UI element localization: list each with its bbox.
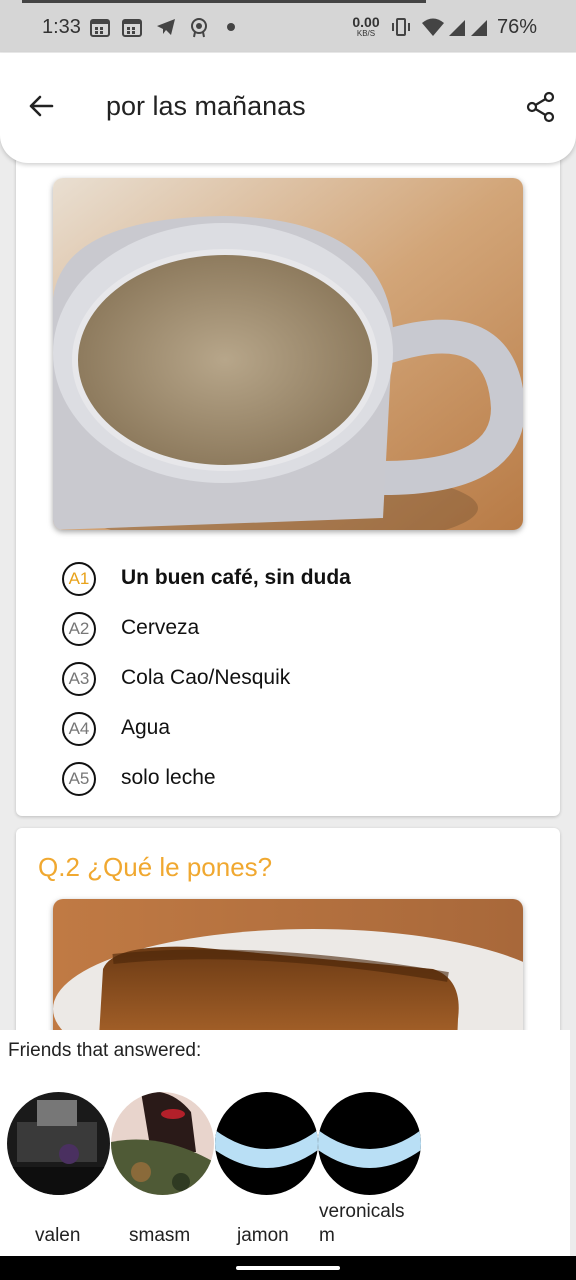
friends-title: Friends that answered:	[8, 1040, 202, 1061]
question-card-1: A1 Un buen café, sin duda A2 Cerveza A3 …	[16, 150, 560, 816]
avatar	[215, 1092, 318, 1195]
answer-badge: A5	[62, 762, 96, 796]
answer-option[interactable]: A4 Agua	[62, 708, 542, 758]
network-speed-value: 0.00	[352, 14, 380, 30]
page-title: por las mañanas	[106, 91, 306, 121]
calendar-icon	[90, 19, 110, 37]
badge-icon	[191, 18, 207, 38]
answer-badge: A1	[62, 562, 96, 596]
friend-name: valen	[35, 1225, 81, 1246]
signal-icon	[449, 20, 465, 36]
answer-option[interactable]: A1 Un buen café, sin duda	[62, 558, 542, 608]
friend-item[interactable]: valen	[7, 1092, 110, 1246]
question-title: Q.2 ¿Qué le pones?	[38, 852, 273, 882]
answer-label: solo leche	[121, 766, 216, 789]
home-indicator[interactable]	[236, 1266, 340, 1270]
friend-item[interactable]: smasm	[111, 1092, 214, 1246]
telegram-icon	[157, 19, 175, 35]
avatar	[318, 1092, 421, 1195]
answer-option[interactable]: A2 Cerveza	[62, 608, 542, 658]
answer-label: Agua	[121, 716, 171, 739]
avatar	[111, 1092, 214, 1195]
avatar	[7, 1092, 110, 1195]
answer-label: Cerveza	[121, 616, 200, 639]
share-icon[interactable]	[526, 91, 556, 123]
coffee-cup-photo	[53, 178, 523, 530]
answer-option[interactable]: A3 Cola Cao/Nesquik	[62, 658, 542, 708]
battery-level: 76%	[497, 16, 538, 38]
answer-list: A1 Un buen café, sin duda A2 Cerveza A3 …	[62, 558, 542, 808]
friend-item[interactable]: veronicals m	[318, 1092, 421, 1246]
network-speed: 0.00 KB/S	[349, 15, 383, 38]
system-nav-bar	[0, 1256, 576, 1280]
status-bar-top-line	[22, 0, 426, 3]
signal-icon	[471, 20, 487, 36]
vibrate-icon	[392, 18, 410, 36]
friend-name: smasm	[129, 1225, 191, 1246]
answer-label: Un buen café, sin duda	[121, 566, 351, 589]
friend-name: veronicals m	[319, 1201, 405, 1246]
app-bar: por las mañanas	[0, 53, 576, 163]
answer-badge: A4	[62, 712, 96, 746]
answer-label: Cola Cao/Nesquik	[121, 666, 291, 689]
answer-option[interactable]: A5 solo leche	[62, 758, 542, 808]
arrow-left-icon[interactable]	[26, 91, 56, 121]
network-speed-unit: KB/S	[356, 29, 376, 38]
calendar-icon	[122, 19, 142, 37]
status-bar: 1:33 0.00 KB/S 76%	[0, 0, 576, 52]
answer-badge: A2	[62, 612, 96, 646]
status-time: 1:33	[42, 16, 81, 38]
dot-icon	[227, 23, 235, 31]
wifi-icon	[422, 18, 444, 36]
friends-panel: Friends that answered: valen smasm jamon…	[0, 1030, 570, 1256]
friend-item[interactable]: jamon	[215, 1092, 318, 1246]
answer-badge: A3	[62, 662, 96, 696]
